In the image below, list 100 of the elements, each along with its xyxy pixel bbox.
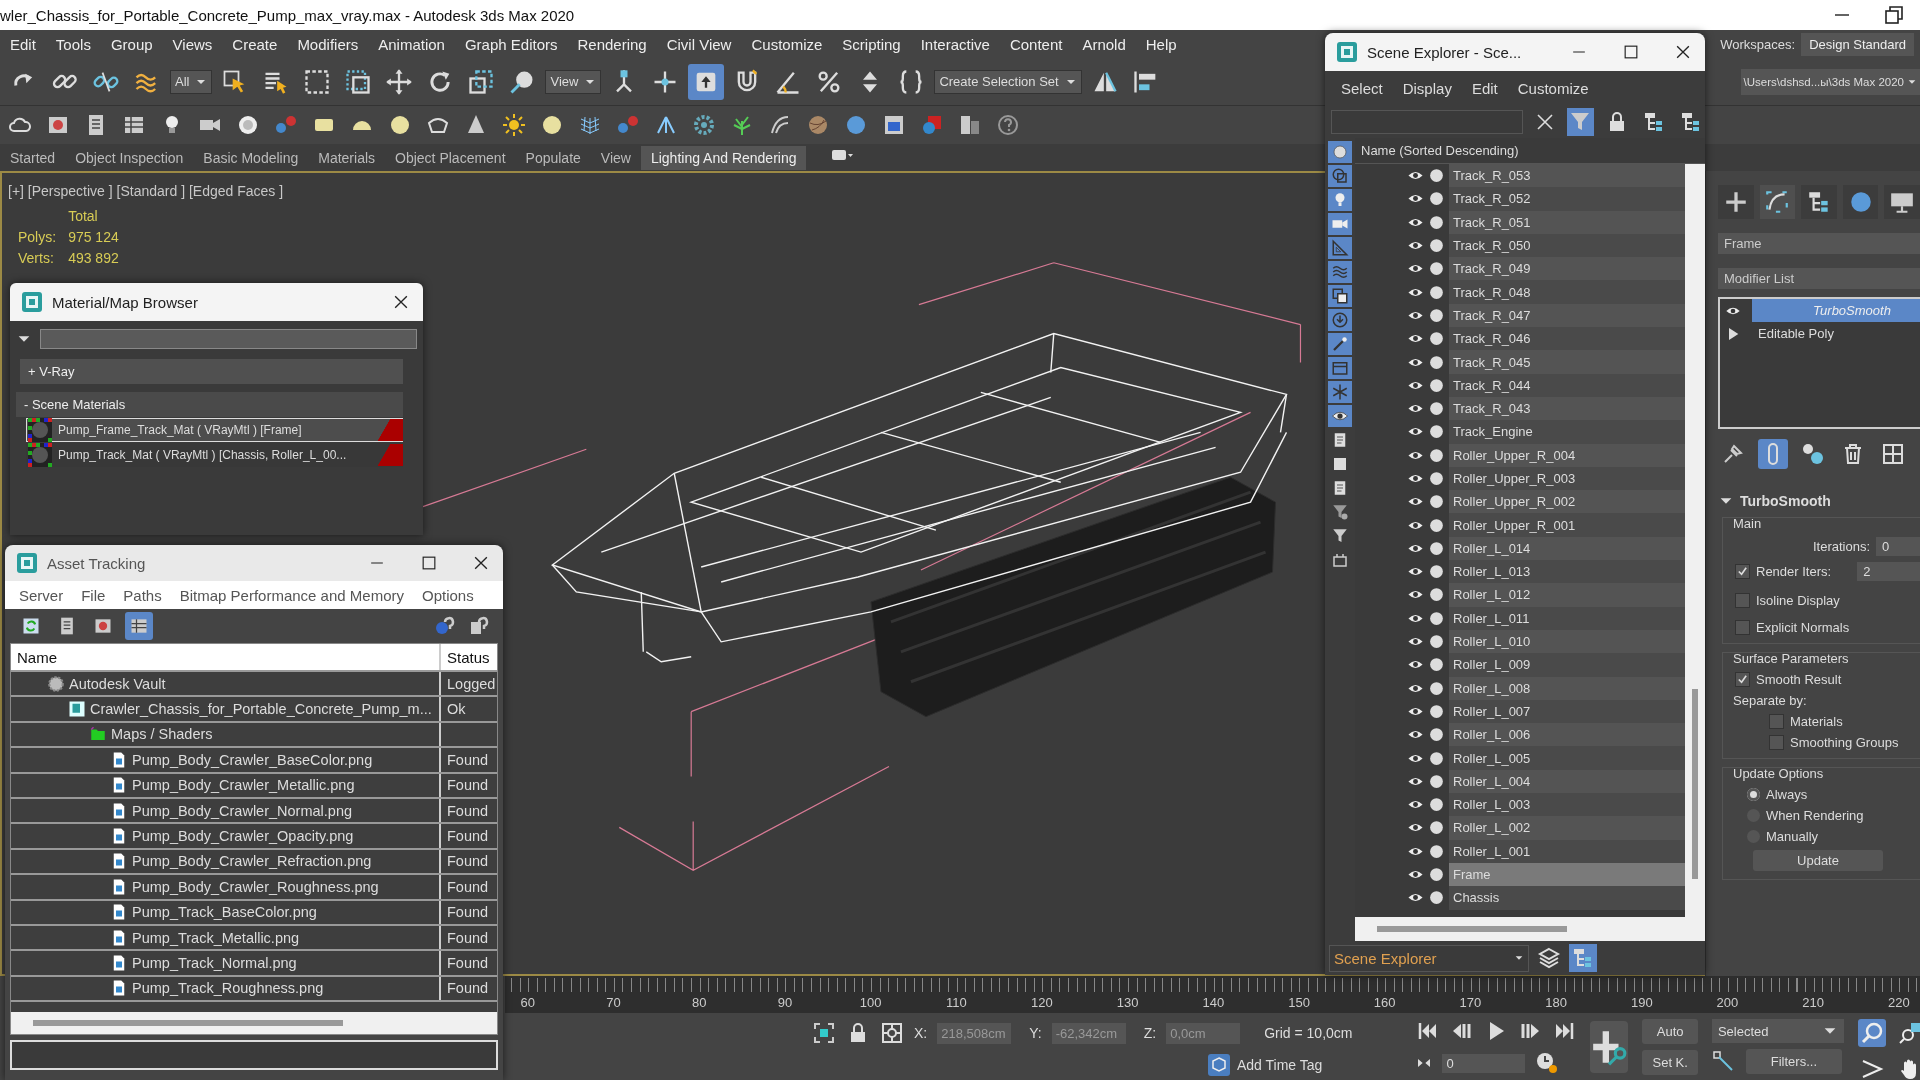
scene-object[interactable]: Roller_L_002: [1449, 816, 1685, 840]
menu-item[interactable]: Bitmap Performance and Memory: [179, 586, 404, 604]
scene-object[interactable]: Track_R_049: [1449, 257, 1685, 281]
menu-item[interactable]: Edit: [1461, 80, 1508, 97]
timeline-ruler[interactable]: 60 70 80 90 100 110 120 130 140 150 160 170 180 190 200 210 220: [505, 976, 1920, 1013]
menu-item[interactable]: Select: [1331, 80, 1393, 97]
menu-item[interactable]: Tools: [45, 35, 101, 53]
toolbar-dropdown[interactable]: Create Selection Set: [934, 69, 1082, 94]
menu-item[interactable]: Customize: [1507, 80, 1599, 97]
scene-object[interactable]: Roller_L_008: [1449, 676, 1685, 700]
scene-object[interactable]: Roller_L_005: [1449, 746, 1685, 770]
key-filter-dropdown[interactable]: Selected: [1711, 1019, 1844, 1043]
ribbon-tab[interactable]: Populate: [515, 145, 591, 170]
menu-item[interactable]: Content: [999, 35, 1073, 53]
menu-item[interactable]: Paths: [123, 586, 162, 604]
iterations-field[interactable]: 0: [1876, 537, 1920, 556]
menu-item[interactable]: Rendering: [567, 35, 657, 53]
menu-item[interactable]: Animation: [368, 35, 455, 53]
scene-object[interactable]: Track_Engine: [1449, 420, 1685, 444]
scene-object[interactable]: Roller_L_001: [1449, 839, 1685, 863]
material-item[interactable]: Pump_Track_Mat ( VRayMtl ) [Chassis, Roller_L_00...: [26, 443, 403, 467]
render-iters-label: Render Iters:: [1756, 564, 1832, 579]
ribbon-tab[interactable]: Object Placement: [385, 145, 516, 170]
scene-object[interactable]: Roller_Upper_R_004: [1449, 443, 1685, 467]
scene-object[interactable]: Roller_L_009: [1449, 653, 1685, 677]
frame-field[interactable]: 0: [1442, 1053, 1526, 1073]
scene-object[interactable]: Track_R_046: [1449, 327, 1685, 351]
menu-item[interactable]: Customize: [741, 35, 833, 53]
menu-item[interactable]: Server: [19, 586, 64, 604]
menu-item[interactable]: Modifiers: [287, 35, 369, 53]
scene-object[interactable]: Roller_L_012: [1449, 583, 1685, 607]
asset-status: Found: [447, 878, 489, 895]
ribbon-tab[interactable]: Basic Modeling: [193, 145, 309, 170]
menu-item[interactable]: Edit: [0, 35, 46, 53]
scene-object[interactable]: Roller_L_011: [1449, 606, 1685, 630]
menu-item[interactable]: Options: [422, 586, 474, 604]
frame-tick-label: 140: [1202, 995, 1225, 1010]
asset-status: Found: [447, 980, 489, 997]
menu-item[interactable]: Help: [1135, 35, 1187, 53]
material-item[interactable]: Pump_Frame_Track_Mat ( VRayMtl ) [Frame]: [26, 418, 403, 442]
scene-object[interactable]: Track_R_045: [1449, 350, 1685, 374]
frame-tick-label: 160: [1373, 995, 1396, 1010]
render-iters-field[interactable]: 2: [1857, 562, 1920, 581]
filters-button[interactable]: Filters...: [1745, 1049, 1842, 1074]
scene-object[interactable]: Track_R_050: [1449, 233, 1685, 258]
frame-tick-label: 220: [1888, 995, 1910, 1010]
scene-object[interactable]: Roller_L_010: [1449, 629, 1685, 654]
toolbar-dropdown[interactable]: All: [170, 69, 213, 94]
menu-item[interactable]: File: [81, 586, 106, 604]
menu-item[interactable]: Graph Editors: [454, 35, 568, 53]
toolbar-dropdown[interactable]: View: [545, 69, 602, 94]
add-time-tag-button[interactable]: Add Time Tag: [1237, 1057, 1323, 1073]
modifier-item[interactable]: Editable Poly: [1752, 322, 1920, 345]
scene-object[interactable]: Roller_L_006: [1449, 723, 1685, 747]
scene-object[interactable]: Roller_L_013: [1449, 560, 1685, 584]
scene-object[interactable]: Roller_L_014: [1449, 536, 1685, 561]
menu-item[interactable]: Civil View: [656, 35, 742, 53]
scene-object[interactable]: Roller_L_004: [1449, 769, 1685, 793]
menu-item[interactable]: Interactive: [910, 35, 1000, 53]
scene-object[interactable]: Track_R_043: [1449, 396, 1685, 421]
rollout-title[interactable]: TurboSmooth: [1740, 493, 1831, 509]
ribbon-tab[interactable]: Object Inspection: [65, 145, 194, 170]
radio-label: Always: [1766, 787, 1808, 802]
project-path-dropdown[interactable]: \Users\dshsd...ы\3ds Max 2020: [1740, 68, 1920, 95]
update-button[interactable]: Update: [1753, 850, 1883, 871]
group-header[interactable]: - Scene Materials: [16, 392, 403, 417]
ribbon-tab[interactable]: View: [590, 145, 641, 170]
object-name-field[interactable]: Frame: [1718, 233, 1920, 254]
menu-item[interactable]: Group: [100, 35, 163, 53]
menu-item[interactable]: Views: [162, 35, 223, 53]
scene-object[interactable]: Track_R_053: [1449, 164, 1685, 188]
column-header[interactable]: Status: [441, 644, 496, 670]
set-key-mode-button[interactable]: Set K.: [1642, 1050, 1698, 1075]
ribbon-tab[interactable]: Materials: [308, 145, 386, 170]
scene-object[interactable]: Roller_L_007: [1449, 699, 1685, 724]
scene-object[interactable]: Roller_L_003: [1449, 793, 1685, 817]
menu-item[interactable]: Display: [1392, 80, 1462, 97]
viewport-label[interactable]: [+] [Perspective ] [Standard ] [Edged Faces ]: [8, 183, 284, 199]
auto-key-button[interactable]: Auto: [1642, 1019, 1698, 1044]
scene-object[interactable]: Track_R_044: [1449, 373, 1685, 397]
scene-object[interactable]: Roller_Upper_R_001: [1449, 513, 1685, 537]
menu-item[interactable]: Create: [222, 35, 288, 53]
asset-status: Logged: [447, 675, 496, 692]
ribbon-tab[interactable]: Started: [0, 145, 66, 170]
explorer-dropdown[interactable]: Scene Explorer: [1329, 944, 1529, 972]
menu-item[interactable]: Scripting: [832, 35, 911, 53]
modifier-list-dropdown[interactable]: Modifier List: [1718, 268, 1920, 289]
frame-tick-label: 130: [1116, 995, 1139, 1010]
scene-object[interactable]: Roller_Upper_R_003: [1449, 466, 1685, 491]
menu-item[interactable]: Arnold: [1072, 35, 1136, 53]
scene-object[interactable]: Track_R_047: [1449, 303, 1685, 328]
scene-object[interactable]: Chassis: [1449, 886, 1685, 910]
group-header[interactable]: + V-Ray: [20, 359, 403, 384]
asset-status: Ok: [447, 701, 466, 718]
scene-object[interactable]: Roller_Upper_R_002: [1449, 490, 1685, 514]
scene-object[interactable]: Track_R_048: [1449, 280, 1685, 304]
scene-object[interactable]: Track_R_052: [1449, 187, 1685, 211]
scene-object[interactable]: Track_R_051: [1449, 210, 1685, 234]
workspace-dropdown[interactable]: Design Standard: [1801, 32, 1914, 56]
ribbon-tab[interactable]: Lighting And Rendering: [640, 145, 807, 170]
